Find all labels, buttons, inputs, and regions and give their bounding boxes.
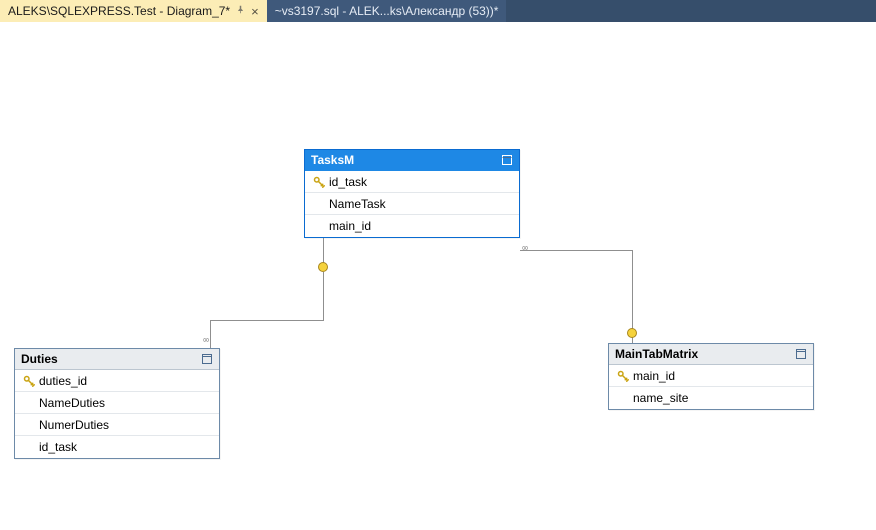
relation-line <box>520 250 632 251</box>
table-tasksm-title: TasksM <box>311 153 354 167</box>
relation-infinity-endpoint-icon: ∞ <box>522 243 528 254</box>
close-icon[interactable]: × <box>251 5 259 18</box>
tab-diagram[interactable]: ALEKS\SQLEXPRESS.Test - Diagram_7* × <box>0 0 267 22</box>
tab-sql-label: ~vs3197.sql - ALEK...ks\Александр (53))* <box>275 4 499 18</box>
relation-line <box>210 320 211 348</box>
table-maintabmatrix-title: MainTabMatrix <box>615 347 698 361</box>
table-maintabmatrix-titlebar[interactable]: MainTabMatrix <box>609 344 813 365</box>
table-row[interactable]: main_id <box>609 365 813 387</box>
column-name: id_task <box>327 175 367 189</box>
table-duties[interactable]: Duties duties_id NameDuties NumerDuties <box>14 348 220 459</box>
table-duties-title: Duties <box>21 352 58 366</box>
relation-line <box>323 272 324 320</box>
table-row[interactable]: main_id <box>305 215 519 237</box>
table-tasksm-titlebar[interactable]: TasksM <box>305 150 519 171</box>
maximize-icon[interactable] <box>795 348 807 360</box>
column-name: id_task <box>37 440 77 454</box>
column-name: main_id <box>327 219 371 233</box>
tab-sql[interactable]: ~vs3197.sql - ALEK...ks\Александр (53))* <box>267 0 507 22</box>
column-name: NameTask <box>327 197 386 211</box>
key-icon <box>311 176 327 188</box>
table-row[interactable]: NumerDuties <box>15 414 219 436</box>
table-row[interactable]: name_site <box>609 387 813 409</box>
maximize-icon[interactable] <box>501 154 513 166</box>
table-row[interactable]: NameTask <box>305 193 519 215</box>
diagram-canvas[interactable]: TasksM id_task NameTask main_id <box>0 22 876 530</box>
pin-icon[interactable] <box>236 5 245 17</box>
tab-diagram-label: ALEKS\SQLEXPRESS.Test - Diagram_7* <box>8 4 230 18</box>
relation-line <box>210 320 324 321</box>
key-icon <box>21 375 37 387</box>
table-row[interactable]: duties_id <box>15 370 219 392</box>
table-row[interactable]: id_task <box>15 436 219 458</box>
column-name: duties_id <box>37 374 87 388</box>
table-row[interactable]: id_task <box>305 171 519 193</box>
column-name: main_id <box>631 369 675 383</box>
table-tasksm[interactable]: TasksM id_task NameTask main_id <box>304 149 520 238</box>
column-name: NameDuties <box>37 396 105 410</box>
table-row[interactable]: NameDuties <box>15 392 219 414</box>
maximize-icon[interactable] <box>201 353 213 365</box>
key-icon <box>615 370 631 382</box>
tab-strip <box>506 0 876 22</box>
column-name: name_site <box>631 391 688 405</box>
table-maintabmatrix[interactable]: MainTabMatrix main_id name_site <box>608 343 814 410</box>
relation-infinity-endpoint-icon: ∞ <box>203 335 209 346</box>
relation-key-endpoint-icon <box>627 328 637 338</box>
relation-key-endpoint-icon <box>318 262 328 272</box>
column-name: NumerDuties <box>37 418 109 432</box>
table-duties-titlebar[interactable]: Duties <box>15 349 219 370</box>
